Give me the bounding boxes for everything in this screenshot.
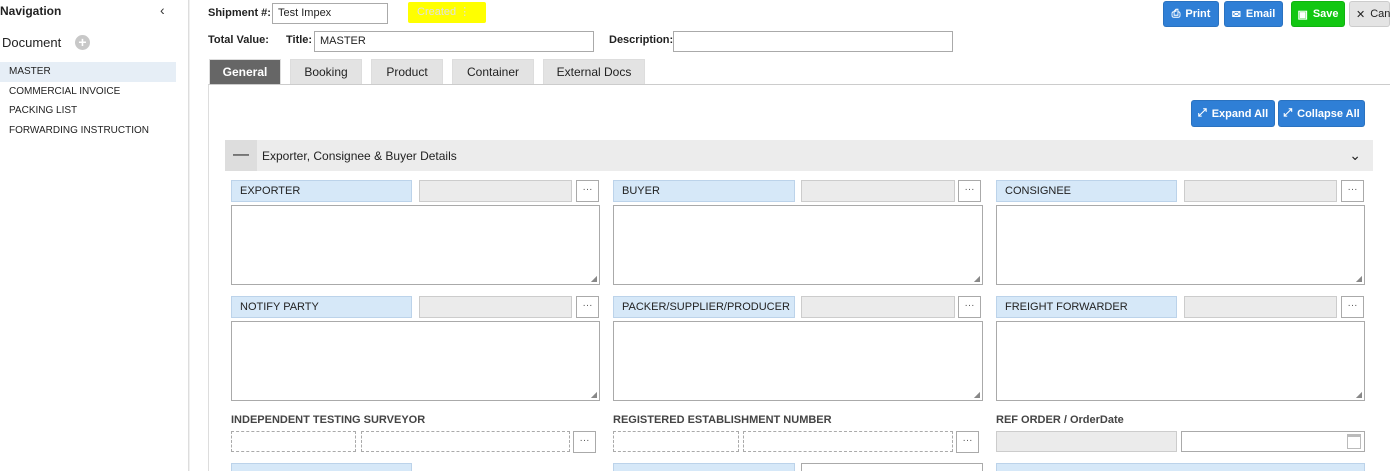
registered-establishment-name[interactable] (743, 431, 953, 452)
sidebar: Navigation ‹ Document + MASTER COMMERCIA… (0, 0, 189, 471)
email-button[interactable]: ✉ Email (1224, 1, 1283, 27)
tab-general[interactable]: General (209, 59, 281, 84)
resize-grip-icon: ◢ (973, 274, 980, 283)
consignee-code (1184, 180, 1337, 202)
shipment-label: Shipment #: (208, 7, 271, 19)
freight-forwarder-code (1184, 296, 1337, 318)
print-button[interactable]: ⎙ Print (1163, 1, 1219, 27)
shipment-input[interactable]: Test Impex (272, 3, 388, 24)
save-label: Save (1312, 8, 1339, 20)
printer-icon: ⎙ (1171, 7, 1181, 20)
packer-code (801, 296, 955, 318)
customer-reference-label (613, 463, 795, 471)
buyer-textarea[interactable]: ◢ (613, 205, 983, 285)
exporter-label: EXPORTER (231, 180, 412, 202)
description-label: Description: (609, 34, 674, 46)
exporter-textarea[interactable]: ◢ (231, 205, 600, 285)
section-title: Exporter, Consignee & Buyer Details (262, 149, 457, 163)
packer-textarea[interactable]: ◢ (613, 321, 983, 401)
registered-establishment-label: REGISTERED ESTABLISHMENT NUMBER (613, 414, 832, 426)
general-panel: ⤢ Expand All ⤢ Collapse All — Exporter, Co… (208, 84, 1390, 471)
document-item-packing-list[interactable]: PACKING LIST (0, 101, 176, 121)
registered-establishment-code[interactable] (613, 431, 739, 452)
notify-party-lookup-button[interactable]: ··· (576, 296, 599, 318)
tab-booking[interactable]: Booking (290, 59, 362, 84)
chevron-down-icon[interactable]: ⌄ (1349, 147, 1361, 164)
independent-testing-label: INDEPENDENT TESTING SURVEYOR (231, 414, 426, 426)
exporter-reference-label (231, 463, 412, 471)
notify-party-code (419, 296, 572, 318)
ref-order-label: REF ORDER / OrderDate (996, 414, 1124, 426)
cancel-label: Can (1370, 8, 1390, 20)
consignee-lookup-button[interactable]: ··· (1341, 180, 1364, 202)
invoice-number-label (996, 463, 1365, 471)
tab-container[interactable]: Container (452, 59, 534, 84)
order-date-input[interactable] (1181, 431, 1365, 452)
chevron-left-icon[interactable]: ‹ (160, 2, 165, 18)
section-header[interactable]: — Exporter, Consignee & Buyer Details ⌄ (225, 140, 1373, 171)
cancel-button[interactable]: ✕ Can (1349, 1, 1390, 27)
status-badge[interactable]: Created ⋮ (408, 2, 486, 23)
independent-testing-code[interactable] (231, 431, 356, 452)
total-value-label: Total Value: (208, 34, 269, 46)
collapse-all-button[interactable]: ⤢ Collapse All (1278, 100, 1365, 127)
nav-title: Navigation (0, 4, 62, 18)
collapse-all-label: Collapse All (1297, 107, 1360, 120)
buyer-lookup-button[interactable]: ··· (958, 180, 981, 202)
calendar-icon[interactable] (1347, 434, 1361, 449)
save-icon: ▣ (1297, 8, 1308, 21)
envelope-icon: ✉ (1231, 8, 1241, 21)
tab-bar: General Booking Product Container Extern… (209, 59, 645, 84)
section-collapse-toggle[interactable]: — (225, 140, 257, 171)
email-label: Email (1245, 8, 1276, 20)
document-item-master[interactable]: MASTER (0, 62, 176, 82)
consignee-label: CONSIGNEE (996, 180, 1177, 202)
packer-label: PACKER/SUPPLIER/PRODUCER (613, 296, 795, 318)
resize-grip-icon: ◢ (973, 390, 980, 399)
customer-reference-input[interactable] (801, 463, 983, 471)
title-label: Title: (286, 34, 313, 46)
freight-forwarder-textarea[interactable]: ◢ (996, 321, 1365, 401)
expand-all-button[interactable]: ⤢ Expand All (1191, 100, 1275, 127)
expand-icon: ⤢ (1197, 107, 1207, 119)
resize-grip-icon: ◢ (590, 390, 597, 399)
notify-party-label: NOTIFY PARTY (231, 296, 412, 318)
independent-testing-lookup-button[interactable]: ··· (573, 431, 596, 453)
exporter-code (419, 180, 572, 202)
registered-establishment-lookup-button[interactable]: ··· (956, 431, 979, 453)
close-icon: ✕ (1356, 8, 1366, 21)
main-content: Shipment #: Test Impex Created ⋮ Total V… (190, 0, 1390, 471)
app-window: Navigation ‹ Document + MASTER COMMERCIA… (0, 0, 1390, 471)
consignee-textarea[interactable]: ◢ (996, 205, 1365, 285)
document-item-commercial-invoice[interactable]: COMMERCIAL INVOICE (0, 82, 176, 102)
tab-external-docs[interactable]: External Docs (543, 59, 645, 84)
title-input[interactable]: MASTER (314, 31, 594, 52)
save-button[interactable]: ▣ Save (1291, 1, 1345, 27)
resize-grip-icon: ◢ (590, 274, 597, 283)
exporter-lookup-button[interactable]: ··· (576, 180, 599, 202)
ref-order-input[interactable] (996, 431, 1177, 452)
description-input[interactable] (673, 31, 953, 52)
expand-all-label: Expand All (1211, 107, 1269, 120)
document-item-forwarding-instruction[interactable]: FORWARDING INSTRUCTION (0, 121, 176, 141)
freight-forwarder-label: FREIGHT FORWARDER (996, 296, 1177, 318)
resize-grip-icon: ◢ (1355, 390, 1362, 399)
document-label: Document (2, 35, 62, 50)
independent-testing-name[interactable] (361, 431, 570, 452)
buyer-label: BUYER (613, 180, 795, 202)
packer-lookup-button[interactable]: ··· (958, 296, 981, 318)
collapse-icon: ⤢ (1283, 107, 1293, 119)
tab-product[interactable]: Product (371, 59, 443, 84)
freight-forwarder-lookup-button[interactable]: ··· (1341, 296, 1364, 318)
resize-grip-icon: ◢ (1355, 274, 1362, 283)
document-list: MASTER COMMERCIAL INVOICE PACKING LIST F… (0, 62, 176, 140)
print-label: Print (1185, 8, 1211, 20)
status-text: Created (417, 6, 457, 18)
notify-party-textarea[interactable]: ◢ (231, 321, 600, 401)
buyer-code (801, 180, 955, 202)
add-document-button[interactable]: + (75, 35, 90, 50)
